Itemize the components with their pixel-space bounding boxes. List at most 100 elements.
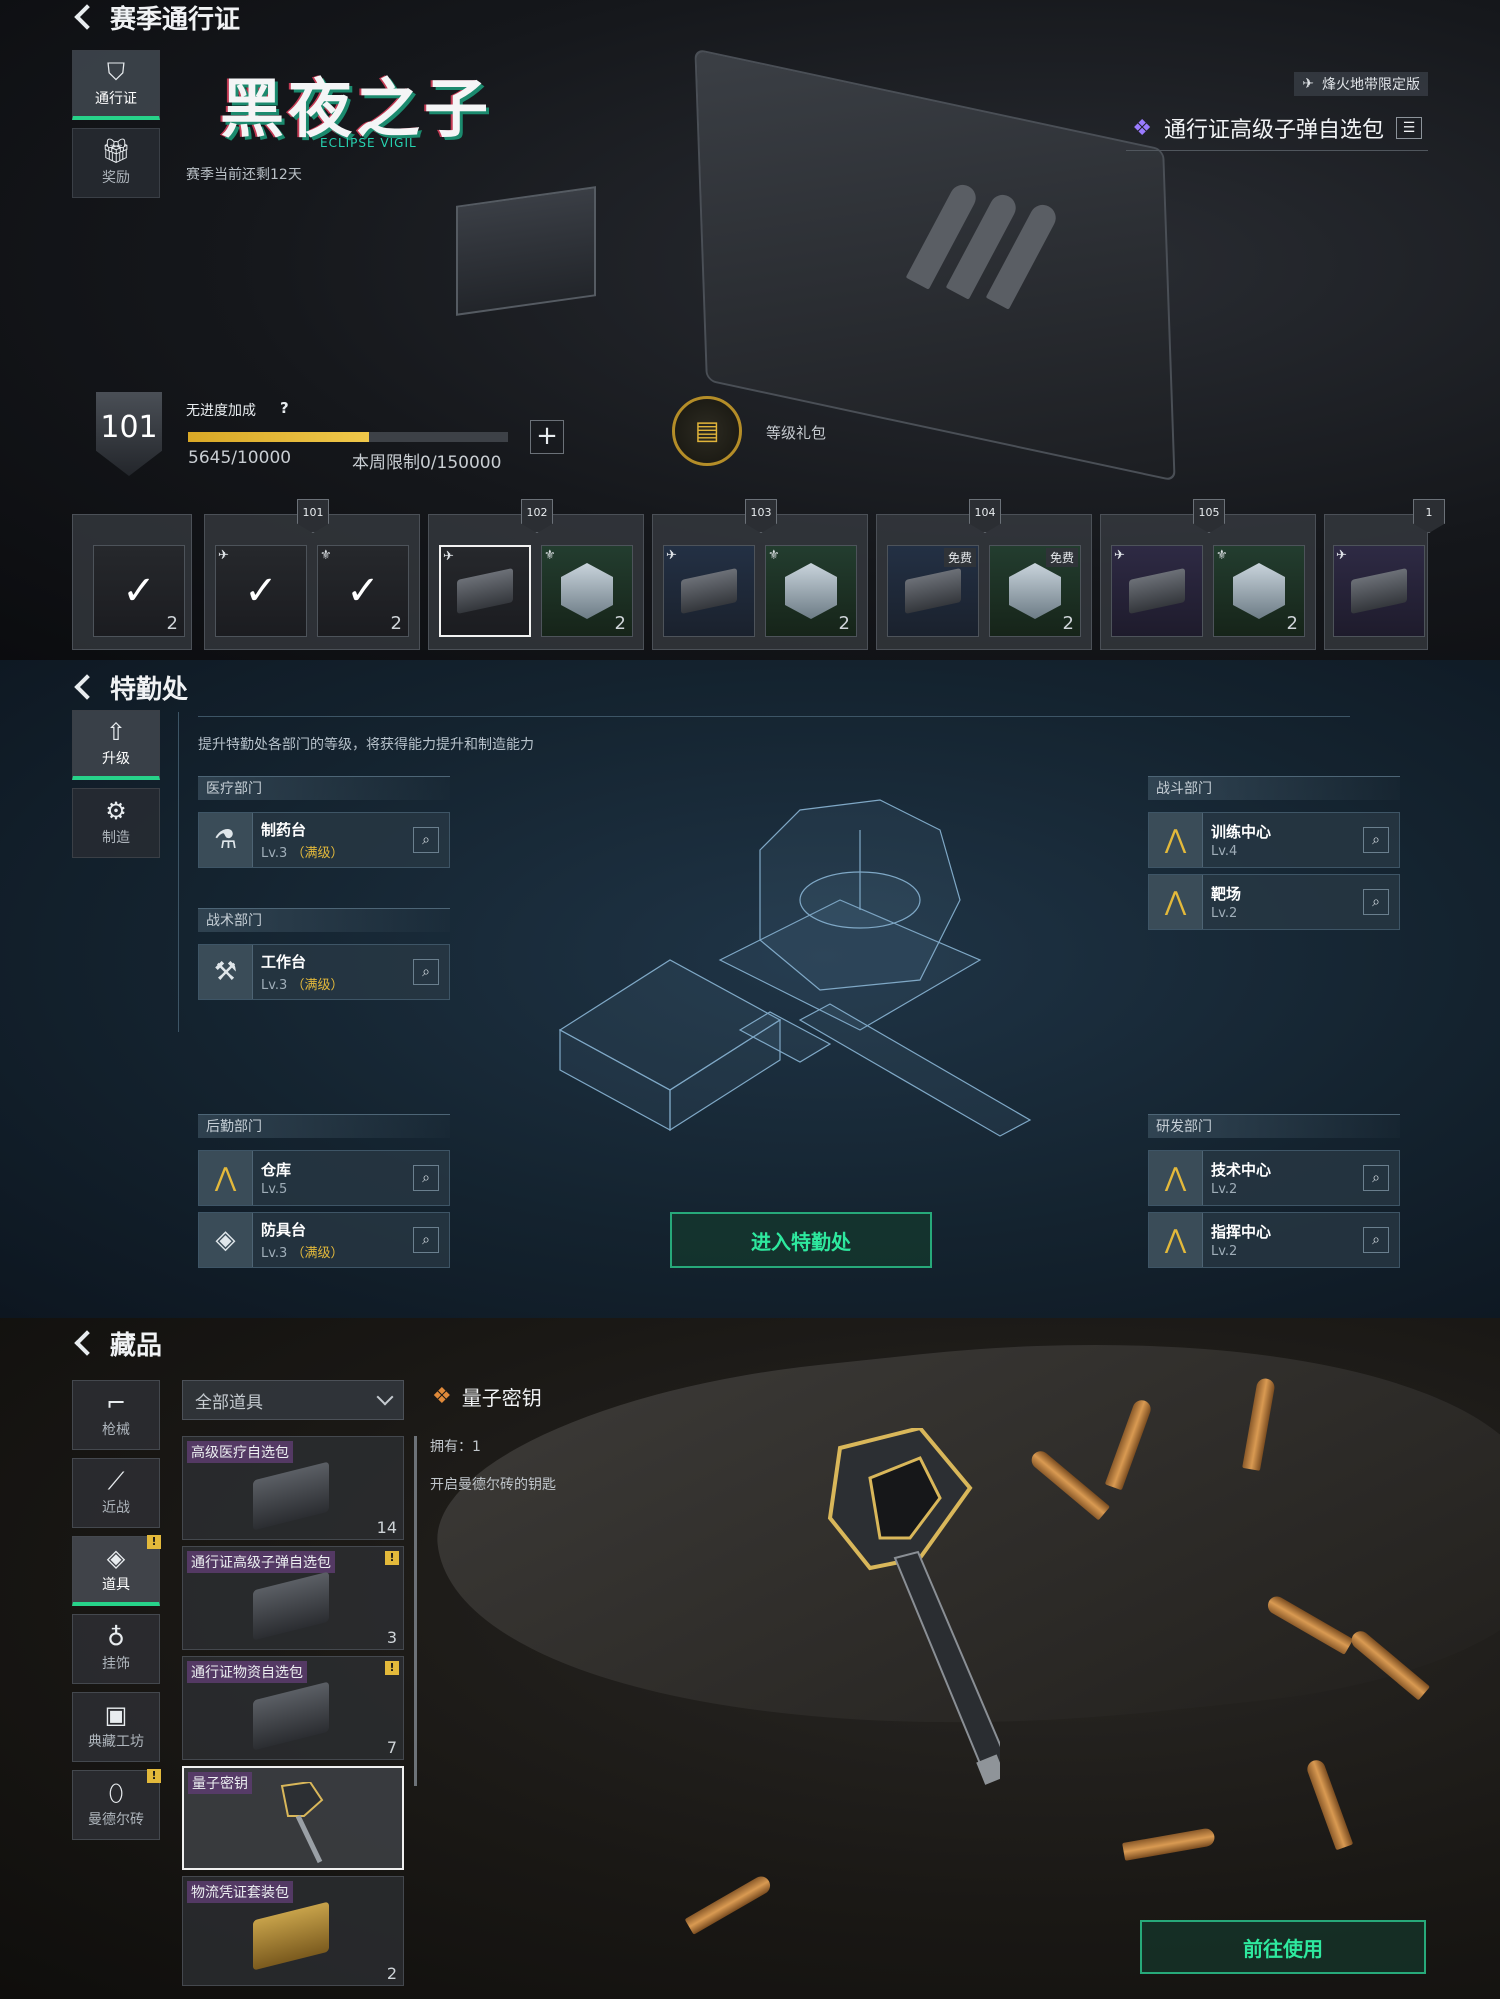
reward-card-premium[interactable]: 免费 2 [989, 545, 1081, 637]
collection-screen: 藏品 ⌐ 枪械 ⟋ 近战 ! ◈ 道具 ♁ 挂饰 ▣ 典藏工坊 ! ⬯ 曼德尔砖… [0, 1318, 1500, 1999]
facility-name: 训练中心 [1211, 823, 1272, 841]
facility-level: Lv.5 [261, 1182, 288, 1197]
rank-chevron-icon: ⋀ [199, 1151, 253, 1205]
back-icon[interactable] [74, 674, 100, 700]
item-count: 7 [386, 1738, 397, 1757]
search-icon[interactable]: ⌕ [413, 827, 439, 853]
facility-level: Lv.3 （满级） [261, 846, 344, 861]
reward-track: ✓ 2 101 ✈︎ ✓ ⚜ ✓ 2 102 ✈︎ ⚜ 2 103 ✈︎ ⚜ 2… [72, 499, 1445, 654]
tab-rewards[interactable]: 🎁︎ 奖励 [72, 128, 160, 198]
facility-name: 防具台 [261, 1221, 307, 1239]
search-icon[interactable]: ⌕ [1363, 1165, 1389, 1191]
back-icon[interactable] [74, 4, 100, 30]
level-gift-button[interactable]: ▤ [672, 396, 742, 466]
add-progress-button[interactable]: + [530, 420, 564, 454]
item-name: 物流凭证套装包 [187, 1881, 293, 1903]
tab-label: 典藏工坊 [88, 1734, 144, 1750]
facility-warehouse[interactable]: ⋀ 仓库 Lv.5 ⌕ [198, 1150, 450, 1206]
facility-shooting-range[interactable]: ⋀ 靶场 Lv.2 ⌕ [1148, 874, 1400, 930]
tab-upgrade[interactable]: ⇧ 升级 [72, 710, 160, 780]
help-icon[interactable]: ? [280, 399, 289, 417]
facility-command-center[interactable]: ⋀ 指挥中心 Lv.2 ⌕ [1148, 1212, 1400, 1268]
alert-badge: ! [147, 1535, 161, 1549]
tab-mandel-brick[interactable]: ! ⬯ 曼德尔砖 [72, 1769, 161, 1840]
reward-card-free[interactable]: ✈︎ [439, 545, 531, 637]
item-name: 高级医疗自选包 [187, 1441, 293, 1463]
search-icon[interactable]: ⌕ [1363, 889, 1389, 915]
department-medical-header: 医疗部门 [198, 776, 450, 800]
rank-chevron-icon: ⋀ [1149, 1151, 1203, 1205]
tab-label: 挂饰 [102, 1656, 130, 1672]
tab-label: 奖励 [102, 170, 130, 186]
premium-emblem-icon: ⚜ [1216, 548, 1228, 563]
tab-pass[interactable]: ⛉ 通行证 [72, 50, 160, 120]
reward-qty: 2 [390, 613, 402, 634]
reward-card-premium[interactable]: ⚜ 2 [765, 545, 857, 637]
premium-emblem-icon: ⚜ [320, 548, 332, 563]
tab-label: 升级 [102, 750, 130, 767]
search-icon[interactable]: ⌕ [1363, 827, 1389, 853]
lightning-shield-icon: ⛉ [107, 57, 125, 86]
go-use-button[interactable]: 前往使用 [1140, 1920, 1426, 1974]
hex-token-item [1233, 563, 1285, 619]
premium-emblem-icon: ⚜ [768, 548, 780, 563]
facility-pharmacy[interactable]: ⚗ 制药台 Lv.3 （满级） ⌕ [198, 812, 450, 868]
ammo-crate-item [681, 568, 737, 614]
search-icon[interactable]: ⌕ [413, 1227, 439, 1253]
level-marker: 1 [1413, 499, 1445, 533]
reward-card-free[interactable]: ✈︎ [663, 545, 755, 637]
reward-card-free[interactable]: ✈︎ [1111, 545, 1203, 637]
helicopter-icon: ✈︎ [1302, 76, 1314, 92]
inventory-item[interactable]: 物流凭证套装包 2 [182, 1876, 404, 1986]
search-icon[interactable]: ⌕ [1363, 1227, 1389, 1253]
inventory-item-selected[interactable]: 量子密钥 [182, 1766, 404, 1870]
page-title: 特勤处 [110, 674, 189, 705]
tab-firearms[interactable]: ⌐ 枪械 [72, 1380, 160, 1450]
enter-special-ops-button[interactable]: 进入特勤处 [670, 1212, 932, 1268]
level-marker: 104 [969, 499, 1001, 533]
knife-icon: ⟋ [107, 1467, 125, 1495]
selected-pack-row[interactable]: ❖ 通行证高级子弹自选包 ☰ [1126, 108, 1428, 151]
level-marker: 102 [521, 499, 553, 533]
weekly-limit: 本周限制0/150000 [352, 453, 502, 473]
ammo-crate-item [905, 568, 961, 614]
reward-card-free[interactable]: ✈︎ ✓ [215, 545, 307, 637]
item-count: 14 [376, 1518, 397, 1537]
search-icon[interactable]: ⌕ [413, 959, 439, 985]
reward-card-free[interactable]: ✈︎ [1333, 545, 1425, 637]
search-icon[interactable]: ⌕ [413, 1165, 439, 1191]
ammo-crate-item [1351, 568, 1407, 614]
tab-props[interactable]: ! ◈ 道具 [72, 1535, 161, 1606]
level-marker: 105 [1193, 499, 1225, 533]
tab-craft[interactable]: ⚙ 制造 [72, 788, 160, 858]
item-filter-dropdown[interactable]: 全部道具 [182, 1380, 404, 1420]
helicopter-icon: ✈︎ [1336, 548, 1347, 563]
new-badge: ! [385, 1551, 399, 1565]
list-scrollbar[interactable] [414, 1436, 417, 1786]
item-count: 3 [386, 1628, 397, 1647]
facility-tech-center[interactable]: ⋀ 技术中心 Lv.2 ⌕ [1148, 1150, 1400, 1206]
inventory-item[interactable]: 通行证高级子弹自选包 ! 3 [182, 1546, 404, 1650]
reward-card-free[interactable]: ✓ 2 [93, 545, 185, 637]
inventory-item[interactable]: 高级医疗自选包 14 [182, 1436, 404, 1540]
reward-card-premium[interactable]: ⚜ ✓ 2 [317, 545, 409, 637]
reward-card-premium[interactable]: ⚜ 2 [541, 545, 633, 637]
reward-card-free[interactable]: 免费 [887, 545, 979, 637]
reward-card-premium[interactable]: ⚜ 2 [1213, 545, 1305, 637]
inventory-item[interactable]: 通行证物资自选包 ! 7 [182, 1656, 404, 1760]
chevron-down-icon [376, 1388, 394, 1406]
list-menu-icon[interactable]: ☰ [1396, 117, 1422, 139]
facility-training-center[interactable]: ⋀ 训练中心 Lv.4 ⌕ [1148, 812, 1400, 868]
facility-workbench[interactable]: ⚒ 工作台 Lv.3 （满级） ⌕ [198, 944, 450, 1000]
checkmark-icon: ✓ [122, 568, 156, 614]
hex-token-item [561, 563, 613, 619]
back-icon[interactable] [74, 1330, 100, 1356]
picture-frame-icon: ▣ [104, 1701, 128, 1729]
facility-armor-bench[interactable]: ◈ 防具台 Lv.3 （满级） ⌕ [198, 1212, 450, 1268]
facility-wireframe-map [558, 799, 1032, 1137]
tab-charms[interactable]: ♁ 挂饰 [72, 1614, 160, 1684]
selected-pack-name: 通行证高级子弹自选包 [1163, 118, 1384, 143]
tab-melee[interactable]: ⟋ 近战 [72, 1458, 160, 1528]
tab-workshop[interactable]: ▣ 典藏工坊 [72, 1692, 160, 1762]
tab-label: 制造 [102, 830, 130, 846]
